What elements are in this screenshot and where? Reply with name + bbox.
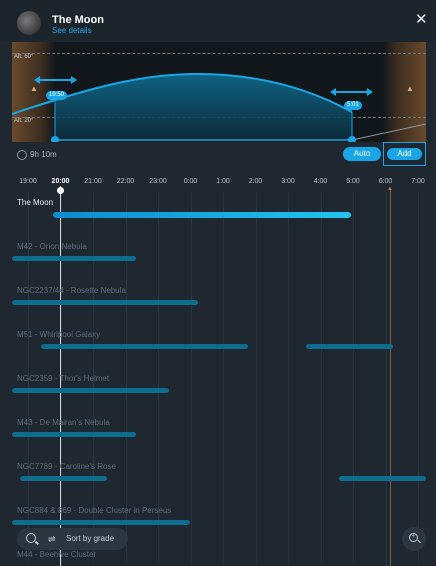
search-icon[interactable] [26,533,36,543]
time-tick: 2:00 [248,178,263,185]
header: The Moon See details ✕ [0,0,436,42]
control-bar: 9h 10m Auto Add [12,142,426,168]
zoom-button[interactable]: + [402,527,426,551]
target-row-label[interactable]: M42 - Orion Nebula [17,242,87,251]
time-tick: 0:00 [183,178,198,185]
sort-label[interactable]: Sort by grade [66,534,114,543]
visibility-bar[interactable] [12,432,137,437]
visible-duration: 9h 10m [30,150,57,159]
search-sort-bar[interactable]: ⇌ Sort by grade [17,528,128,550]
time-tick: 5:00 [346,178,360,185]
visibility-fill [12,74,352,140]
time-tick: 3:00 [281,178,295,185]
target-row-label[interactable]: M44 - Beehive Cluster [17,550,96,559]
time-gridline [385,192,387,566]
visibility-bar[interactable] [12,256,137,261]
target-row-label[interactable]: M51 - Whirlpool Galaxy [17,330,100,339]
dawn-marker-icon: ▲ [387,186,393,192]
time-gridline [418,192,419,566]
add-button[interactable]: Add [387,148,422,160]
add-button-frame: Add [383,142,426,166]
visibility-bar[interactable] [12,388,170,393]
target-row-label[interactable]: M43 - De Mairan's Nebula [17,418,110,427]
close-icon[interactable]: ✕ [415,12,428,27]
time-gridline [320,192,322,566]
current-time-dot[interactable] [57,187,64,194]
time-gridline [190,192,192,566]
visibility-bar[interactable] [53,212,352,218]
object-title: The Moon [52,14,104,26]
altitude-chart: Alt. 60° Alt. 20° ▲ ▲ 19:50 5:01 [12,42,426,142]
sort-icon[interactable]: ⇌ [48,534,56,545]
time-gridline [223,192,224,566]
visibility-bar[interactable] [12,520,191,525]
visibility-bar[interactable] [339,476,426,481]
time-tick: 1:00 [216,178,230,185]
horizon-line [351,123,426,141]
see-details-link[interactable]: See details [52,26,92,35]
visibility-bar[interactable] [20,476,108,481]
time-tick: 19:00 [19,178,37,185]
target-row-label[interactable]: NGC2237/44 - Rosette Nebula [17,286,126,295]
time-gridline [288,192,289,566]
target-row-label[interactable]: NGC7789 - Caroline's Rose [17,462,116,471]
visibility-bar[interactable] [305,344,393,349]
time-tick: 21:00 [84,178,102,185]
visibility-bar[interactable] [12,300,199,305]
dawn-line [390,188,391,566]
time-tick: 20:00 [51,178,70,185]
time-gridline [255,192,257,566]
time-gridline [353,192,354,566]
set-time-badge: 5:01 [344,101,362,110]
altitude-curve [12,72,426,142]
left-resize-arrow[interactable] [34,76,77,84]
time-tick: 22:00 [116,178,135,185]
clock-icon [17,150,27,160]
target-row-label[interactable]: NGC2359 - Thor's Helmet [17,374,109,383]
timeline[interactable]: 19:00 20:00 21:00 22:00 23:00 0:00 1:00 2:00 3:0… [12,170,426,566]
right-resize-arrow[interactable] [330,88,373,96]
time-tick: 4:00 [313,178,328,185]
time-tick: 7:00 [411,178,425,185]
target-row-label[interactable]: The Moon [17,198,53,207]
zoom-in-icon: + [409,533,418,542]
moon-thumbnail-icon[interactable] [17,11,41,35]
target-row-label[interactable]: NGC884 & 869 - Double Cluster in Perseus [17,506,171,515]
time-tick: 6:00 [378,178,393,185]
auto-button[interactable]: Auto [343,147,381,161]
visibility-bar[interactable] [40,344,248,349]
time-tick: 23:00 [149,178,167,185]
rise-time-badge: 19:50 [46,91,68,100]
